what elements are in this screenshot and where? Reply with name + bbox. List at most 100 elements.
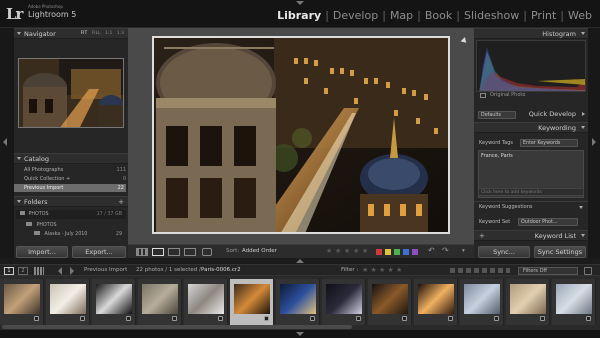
filmstrip-thumbnail[interactable] — [92, 279, 136, 325]
folder-alaska[interactable]: Alaska - July 2010 29 — [34, 230, 126, 239]
collapse-icon — [581, 32, 585, 35]
keywording-header[interactable]: Keywording — [474, 122, 588, 133]
metadata-badge-icon — [494, 316, 499, 321]
bottom-panel-toggle-icon[interactable] — [296, 259, 304, 263]
painter-icon[interactable] — [202, 248, 212, 256]
zoom-1-3[interactable]: 1:3 — [117, 31, 124, 36]
histogram[interactable] — [476, 40, 586, 92]
rating-star-icon[interactable]: ★ — [326, 247, 332, 255]
thumbnail-image — [510, 284, 546, 314]
sort-order-dropdown[interactable]: Added Order — [242, 248, 277, 254]
grid-view-icon[interactable] — [34, 267, 44, 275]
filmstrip-thumbnail[interactable] — [230, 279, 274, 325]
filmstrip-thumbnail[interactable] — [414, 279, 458, 325]
catalog-all-photographs[interactable]: All Photographs 111 — [24, 166, 128, 174]
module-slideshow[interactable]: Slideshow — [460, 9, 523, 22]
module-map[interactable]: Map — [386, 9, 417, 22]
collapse-icon — [17, 32, 21, 35]
add-keyword-icon[interactable]: + — [479, 231, 485, 241]
saved-preset-dropdown[interactable]: Defaults — [478, 111, 516, 119]
keyword-suggestions-row[interactable]: Keyword Suggestions — [474, 201, 588, 212]
keyword-tags-dropdown[interactable]: Enter Keywords — [520, 139, 578, 147]
module-develop[interactable]: Develop — [329, 9, 382, 22]
keyword-suggestions-title: Keyword Suggestions — [479, 204, 533, 210]
loupe-view-icon[interactable] — [152, 248, 164, 256]
rating-star-icon[interactable]: ★ — [353, 247, 359, 255]
sync-button[interactable]: Sync... — [478, 246, 530, 258]
navigator-preview[interactable] — [18, 58, 124, 128]
catalog-header[interactable]: Catalog — [14, 153, 128, 164]
filmstrip-thumbnail[interactable] — [368, 279, 412, 325]
color-label-blue[interactable] — [403, 249, 409, 255]
catalog-previous-import[interactable]: Previous Import 22 — [14, 184, 126, 192]
grid-view-icon[interactable] — [136, 248, 148, 256]
filmstrip-thumbnail[interactable] — [506, 279, 550, 325]
histogram-caption: Original Photo — [490, 92, 526, 98]
filmstrip-thumbnail[interactable] — [322, 279, 366, 325]
filter-color-labels[interactable] — [450, 268, 510, 273]
catalog-quick-collection[interactable]: Quick Collection + 0 — [24, 175, 128, 183]
source-label[interactable]: Previous Import — [84, 267, 127, 273]
filmstrip-toggle-icon[interactable] — [296, 332, 304, 336]
zoom-fit[interactable]: FIT — [81, 31, 88, 36]
filmstrip-navigation-bar: 1 2 Previous Import 22 photos / 1 select… — [0, 264, 600, 276]
quick-develop-title: Quick Develop — [528, 110, 576, 118]
sync-settings-button[interactable]: Sync Settings — [534, 246, 586, 258]
filmstrip-thumbnail[interactable] — [460, 279, 504, 325]
rotate-left-icon[interactable]: ↶ — [428, 246, 435, 255]
window-1-button[interactable]: 1 — [4, 267, 14, 275]
filmstrip-thumbnail[interactable] — [552, 279, 596, 325]
module-print[interactable]: Print — [527, 9, 560, 22]
survey-view-icon[interactable] — [184, 248, 196, 256]
main-photo[interactable] — [152, 36, 450, 234]
export-button[interactable]: Export... — [72, 246, 126, 258]
folder-icon — [34, 231, 40, 235]
rating-star-icon[interactable]: ★ — [362, 247, 368, 255]
compare-view-icon[interactable] — [168, 248, 180, 256]
color-label-purple[interactable] — [412, 249, 418, 255]
histogram-header[interactable]: Histogram — [474, 28, 588, 39]
navigator-header[interactable]: Navigator FIT FILL 1:1 1:3 — [14, 28, 128, 39]
color-label-red[interactable] — [376, 249, 382, 255]
filmstrip-thumbnail[interactable] — [46, 279, 90, 325]
folder-volume[interactable]: PHOTOS 17 / 37 GB — [16, 210, 126, 219]
filmstrip-scrollbar[interactable] — [2, 325, 352, 329]
zoom-1-1[interactable]: 1:1 — [105, 31, 112, 36]
keyword-tags-label: Keyword Tags — [479, 140, 514, 146]
module-library[interactable]: Library — [273, 9, 325, 22]
filmstrip-thumbnail[interactable] — [138, 279, 182, 325]
thumbnail-image — [464, 284, 500, 314]
forward-icon[interactable] — [70, 267, 74, 275]
filter-switch-icon[interactable] — [584, 267, 592, 275]
sort-label: Sort: — [226, 248, 240, 254]
quick-develop-header[interactable]: Quick Develop — [520, 109, 588, 120]
module-web[interactable]: Web — [564, 9, 596, 22]
toolbar-menu-icon[interactable]: ▾ — [462, 248, 465, 254]
filter-rating-icon[interactable]: ★ ★ ★ ★ ★ — [362, 266, 402, 274]
window-2-button[interactable]: 2 — [18, 267, 28, 275]
rotate-right-icon[interactable]: ↷ — [442, 246, 449, 255]
volume-label: PHOTOS — [28, 212, 49, 217]
folders-header[interactable]: Folders + — [14, 196, 128, 207]
filter-presets-dropdown[interactable]: Filters Off — [518, 267, 578, 275]
back-icon[interactable] — [58, 267, 62, 275]
folder-photos[interactable]: PHOTOS — [26, 221, 126, 230]
add-keywords-input[interactable]: Click here to add keywords — [478, 188, 584, 196]
color-label-green[interactable] — [394, 249, 400, 255]
keyword-list-header[interactable]: + Keyword List — [474, 230, 588, 241]
filmstrip-thumbnail[interactable] — [184, 279, 228, 325]
rating-star-icon[interactable]: ★ — [344, 247, 350, 255]
filmstrip-thumbnail[interactable] — [0, 279, 44, 325]
right-panel-toggle-icon[interactable] — [592, 138, 596, 146]
top-panel-toggle-icon[interactable] — [296, 1, 304, 5]
import-button[interactable]: Import... — [16, 246, 68, 258]
left-panel-toggle-icon[interactable] — [3, 138, 7, 146]
zoom-fill[interactable]: FILL — [92, 31, 101, 36]
module-book[interactable]: Book — [421, 9, 456, 22]
filmstrip-thumbnail[interactable] — [276, 279, 320, 325]
keyword-set-dropdown[interactable]: Outdoor Phot... — [518, 218, 578, 226]
metadata-badge-icon — [586, 316, 591, 321]
color-label-yellow[interactable] — [385, 249, 391, 255]
add-folder-icon[interactable]: + — [118, 197, 124, 207]
rating-star-icon[interactable]: ★ — [335, 247, 341, 255]
